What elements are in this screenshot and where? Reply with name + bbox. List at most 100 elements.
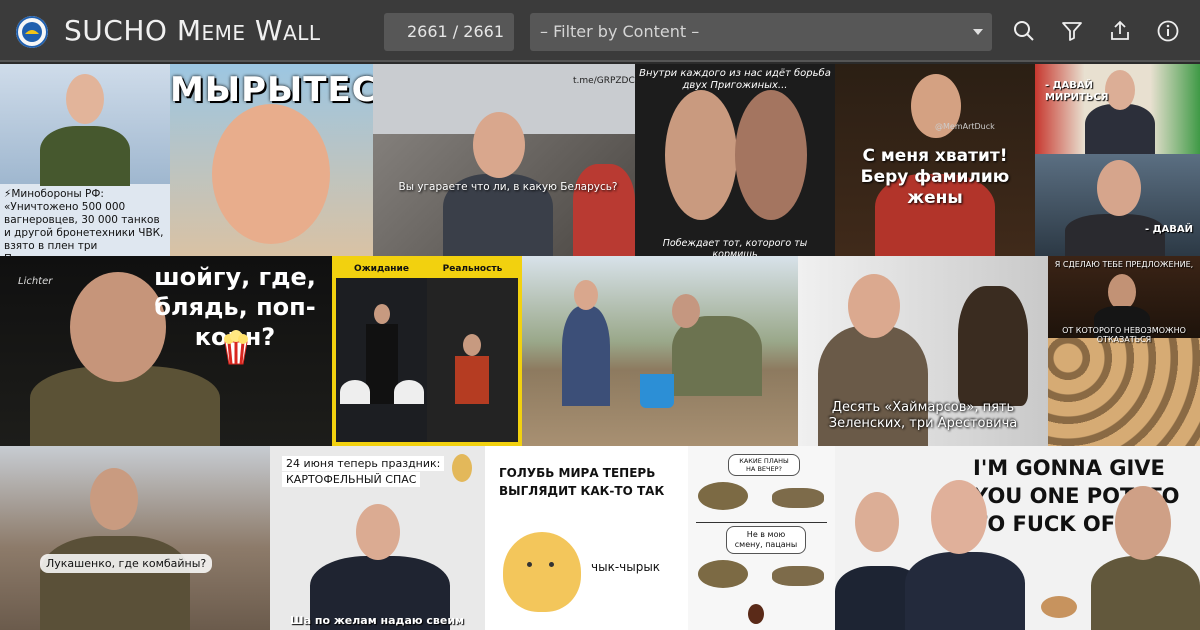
meme-caption: Лукашенко, где комбайны?	[40, 554, 213, 573]
potato-bird	[503, 532, 581, 612]
dog-figure	[958, 286, 1028, 406]
man-face	[1097, 160, 1141, 216]
potato-boxes	[1048, 338, 1200, 446]
reality-panel: Реальность	[427, 260, 518, 442]
meme-tile-kombainy[interactable]: Лукашенко, где комбайны?	[0, 446, 270, 630]
meme-caption-bottom: - ДАВАЙ	[1145, 224, 1194, 235]
search-icon[interactable]	[1012, 19, 1036, 43]
meme-caption-bottom: ОТ КОТОРОГО НЕВОЗМОЖНО ОТКАЗАТЬСЯ	[1062, 326, 1186, 344]
meme-caption-top: Я СДЕЛАЮ ТЕБЕ ПРЕДЛОЖЕНИЕ,	[1054, 260, 1194, 269]
meme-tile-minoborony[interactable]: ⚡Минобороны РФ: «Уничтожено 500 000 вагн…	[0, 64, 170, 256]
face-right	[735, 90, 807, 220]
man-left-face	[574, 280, 598, 310]
title-prefix: SUCHO	[64, 14, 168, 47]
chevron-down-icon	[973, 29, 983, 35]
meme-caption: ГОЛУБЬ МИРА ТЕПЕРЬ ВЫГЛЯДИТ КАК-ТО ТАК	[499, 466, 665, 498]
meme-tile-myrytes[interactable]: МЫРЫТЕС	[170, 64, 373, 256]
man-left-figure	[562, 306, 610, 406]
meme-tile-popcorn[interactable]: Lichter шойгу, где, блядь, поп-корн?	[0, 256, 332, 446]
putin-face	[855, 492, 899, 552]
meme-tile-familiyu-zheny[interactable]: @MemArtDuck С меня хватит! Беру фамилию …	[835, 64, 1035, 256]
lukashenko-face	[931, 480, 987, 554]
man-figure	[1085, 104, 1155, 154]
meme-tile-one-potato[interactable]: I'M GONNA GIVE YOU ONE POTATO TO FUCK OF…	[835, 446, 1200, 630]
prigozhin-figure	[1091, 556, 1200, 630]
bird-eye-left	[527, 562, 532, 567]
officer-face	[66, 74, 104, 124]
watermark-text: @MemArtDuck	[935, 122, 995, 131]
meme-caption: Десять «Хаймарсов», пять Зеленских, три …	[828, 400, 1018, 431]
man-face	[356, 504, 400, 560]
meme-caption-bottom: Побеждает тот, которого ты кормишь	[662, 238, 808, 256]
man-face	[374, 304, 390, 324]
share-icon[interactable]	[1108, 19, 1132, 43]
bird-eye-right	[549, 562, 554, 567]
speech-bubble-bottom: Не в мою смену, пацаны	[726, 526, 806, 554]
meme-caption: МЫРЫТЕС	[170, 70, 373, 110]
divider	[696, 522, 827, 523]
image-counter: 2661 / 2661	[384, 13, 514, 51]
man-face	[1108, 274, 1136, 310]
signature-text: Lichter	[18, 276, 53, 287]
man-figure	[40, 536, 190, 630]
speech-bubble-top: КАКИЕ ПЛАНЫ НА ВЕЧЕР?	[728, 454, 800, 476]
meme-grid: ⚡Минобороны РФ: «Уничтожено 500 000 вагн…	[0, 64, 1200, 630]
filter-icon[interactable]	[1060, 19, 1084, 43]
lukashenko-figure	[905, 552, 1025, 630]
top-bar: SUCHO Meme Wall 2661 / 2661 – Filter by …	[0, 0, 1200, 62]
reality-label: Реальность	[427, 260, 518, 278]
watermark-text: t.me/GRPZDC	[573, 76, 635, 86]
meme-caption-top: - ДАВАЙ МИРИТЬСЯ	[1045, 80, 1109, 103]
meme-tile-toads-snakes[interactable]: КАКИЕ ПЛАНЫ НА ВЕЧЕР? Не в мою смену, па…	[688, 446, 835, 630]
meme-caption: ⚡Минобороны РФ: «Уничтожено 500 000 вагн…	[4, 188, 164, 256]
meme-tile-davai-miritsya-bottom[interactable]: - ДАВАЙ	[1035, 154, 1200, 256]
snake-top	[772, 488, 824, 508]
meme-caption: Вы угараете что ли, в какую Беларусь?	[398, 181, 618, 193]
lukashenko-face	[212, 104, 330, 244]
prigozhin-face	[1115, 486, 1171, 560]
meme-caption-line2: КАРТОФЕЛЬНЫЙ СПАС	[282, 472, 421, 487]
meme-tile-two-prigozhins[interactable]: Внутри каждого из нас идёт борьба двух П…	[635, 64, 835, 256]
potato-icon	[452, 454, 472, 482]
cockroach-figure	[748, 604, 764, 624]
man-face	[90, 468, 138, 530]
meme-tile-haimars[interactable]: Десять «Хаймарсов», пять Зеленских, три …	[798, 256, 1048, 446]
app-title: SUCHO Meme Wall	[64, 14, 321, 47]
man-figure	[455, 356, 489, 404]
content-filter-select[interactable]: – Filter by Content –	[530, 13, 992, 51]
meme-caption: С меня хватит! Беру фамилию жены	[860, 146, 1010, 208]
meme-tile-expectation-reality[interactable]: Ожидание Реальность	[332, 256, 522, 446]
man-right-face	[672, 294, 700, 328]
ballerina-right	[394, 380, 424, 404]
man-figure	[1065, 214, 1165, 256]
popcorn-icon	[224, 330, 248, 365]
meme-tile-golub-mira[interactable]: ГОЛУБЬ МИРА ТЕПЕРЬ ВЫГЛЯДИТ КАК-ТО ТАК ч…	[485, 446, 688, 630]
meme-tile-kartofelny-spas[interactable]: 24 июня теперь праздник: КАРТОФЕЛЬНЫЙ СП…	[270, 446, 485, 630]
officer-figure	[40, 126, 130, 186]
man-face	[848, 274, 900, 338]
blue-bucket	[640, 374, 674, 408]
red-jacket-figure	[573, 164, 635, 256]
man-right-figure	[672, 316, 762, 396]
meme-tile-davai-miritsya-top[interactable]: - ДАВАЙ МИРИТЬСЯ	[1035, 64, 1200, 154]
expectation-panel: Ожидание	[336, 260, 427, 442]
face-left	[665, 90, 737, 220]
meme-tile-belarus-van[interactable]: t.me/GRPZDC Вы угараете что ли, в какую …	[373, 64, 635, 256]
meme-caption-line1: 24 июня теперь праздник:	[282, 456, 445, 471]
man-face	[473, 112, 525, 178]
snake-bottom	[772, 566, 824, 586]
toad-top	[698, 482, 748, 510]
info-icon[interactable]	[1156, 19, 1180, 43]
ballerina-left	[340, 380, 370, 404]
meme-tile-godfather-potatoes[interactable]: Я СДЕЛАЮ ТЕБЕ ПРЕДЛОЖЕНИЕ, ОТ КОТОРОГО Н…	[1048, 256, 1200, 446]
chirp-text: чык-чырык	[591, 560, 661, 574]
toad-bottom	[698, 560, 748, 588]
title-rest: Meme Wall	[176, 14, 321, 47]
man-face	[463, 334, 481, 356]
meme-tile-planting-potatoes[interactable]	[522, 256, 798, 446]
meme-caption-bottom: Ша по желам надаю свеим	[290, 614, 465, 627]
sucho-logo[interactable]	[16, 16, 48, 48]
meme-caption-top: Внутри каждого из нас идёт борьба двух П…	[639, 68, 831, 91]
potato-icon	[1041, 596, 1077, 618]
filter-placeholder: – Filter by Content –	[540, 22, 700, 41]
